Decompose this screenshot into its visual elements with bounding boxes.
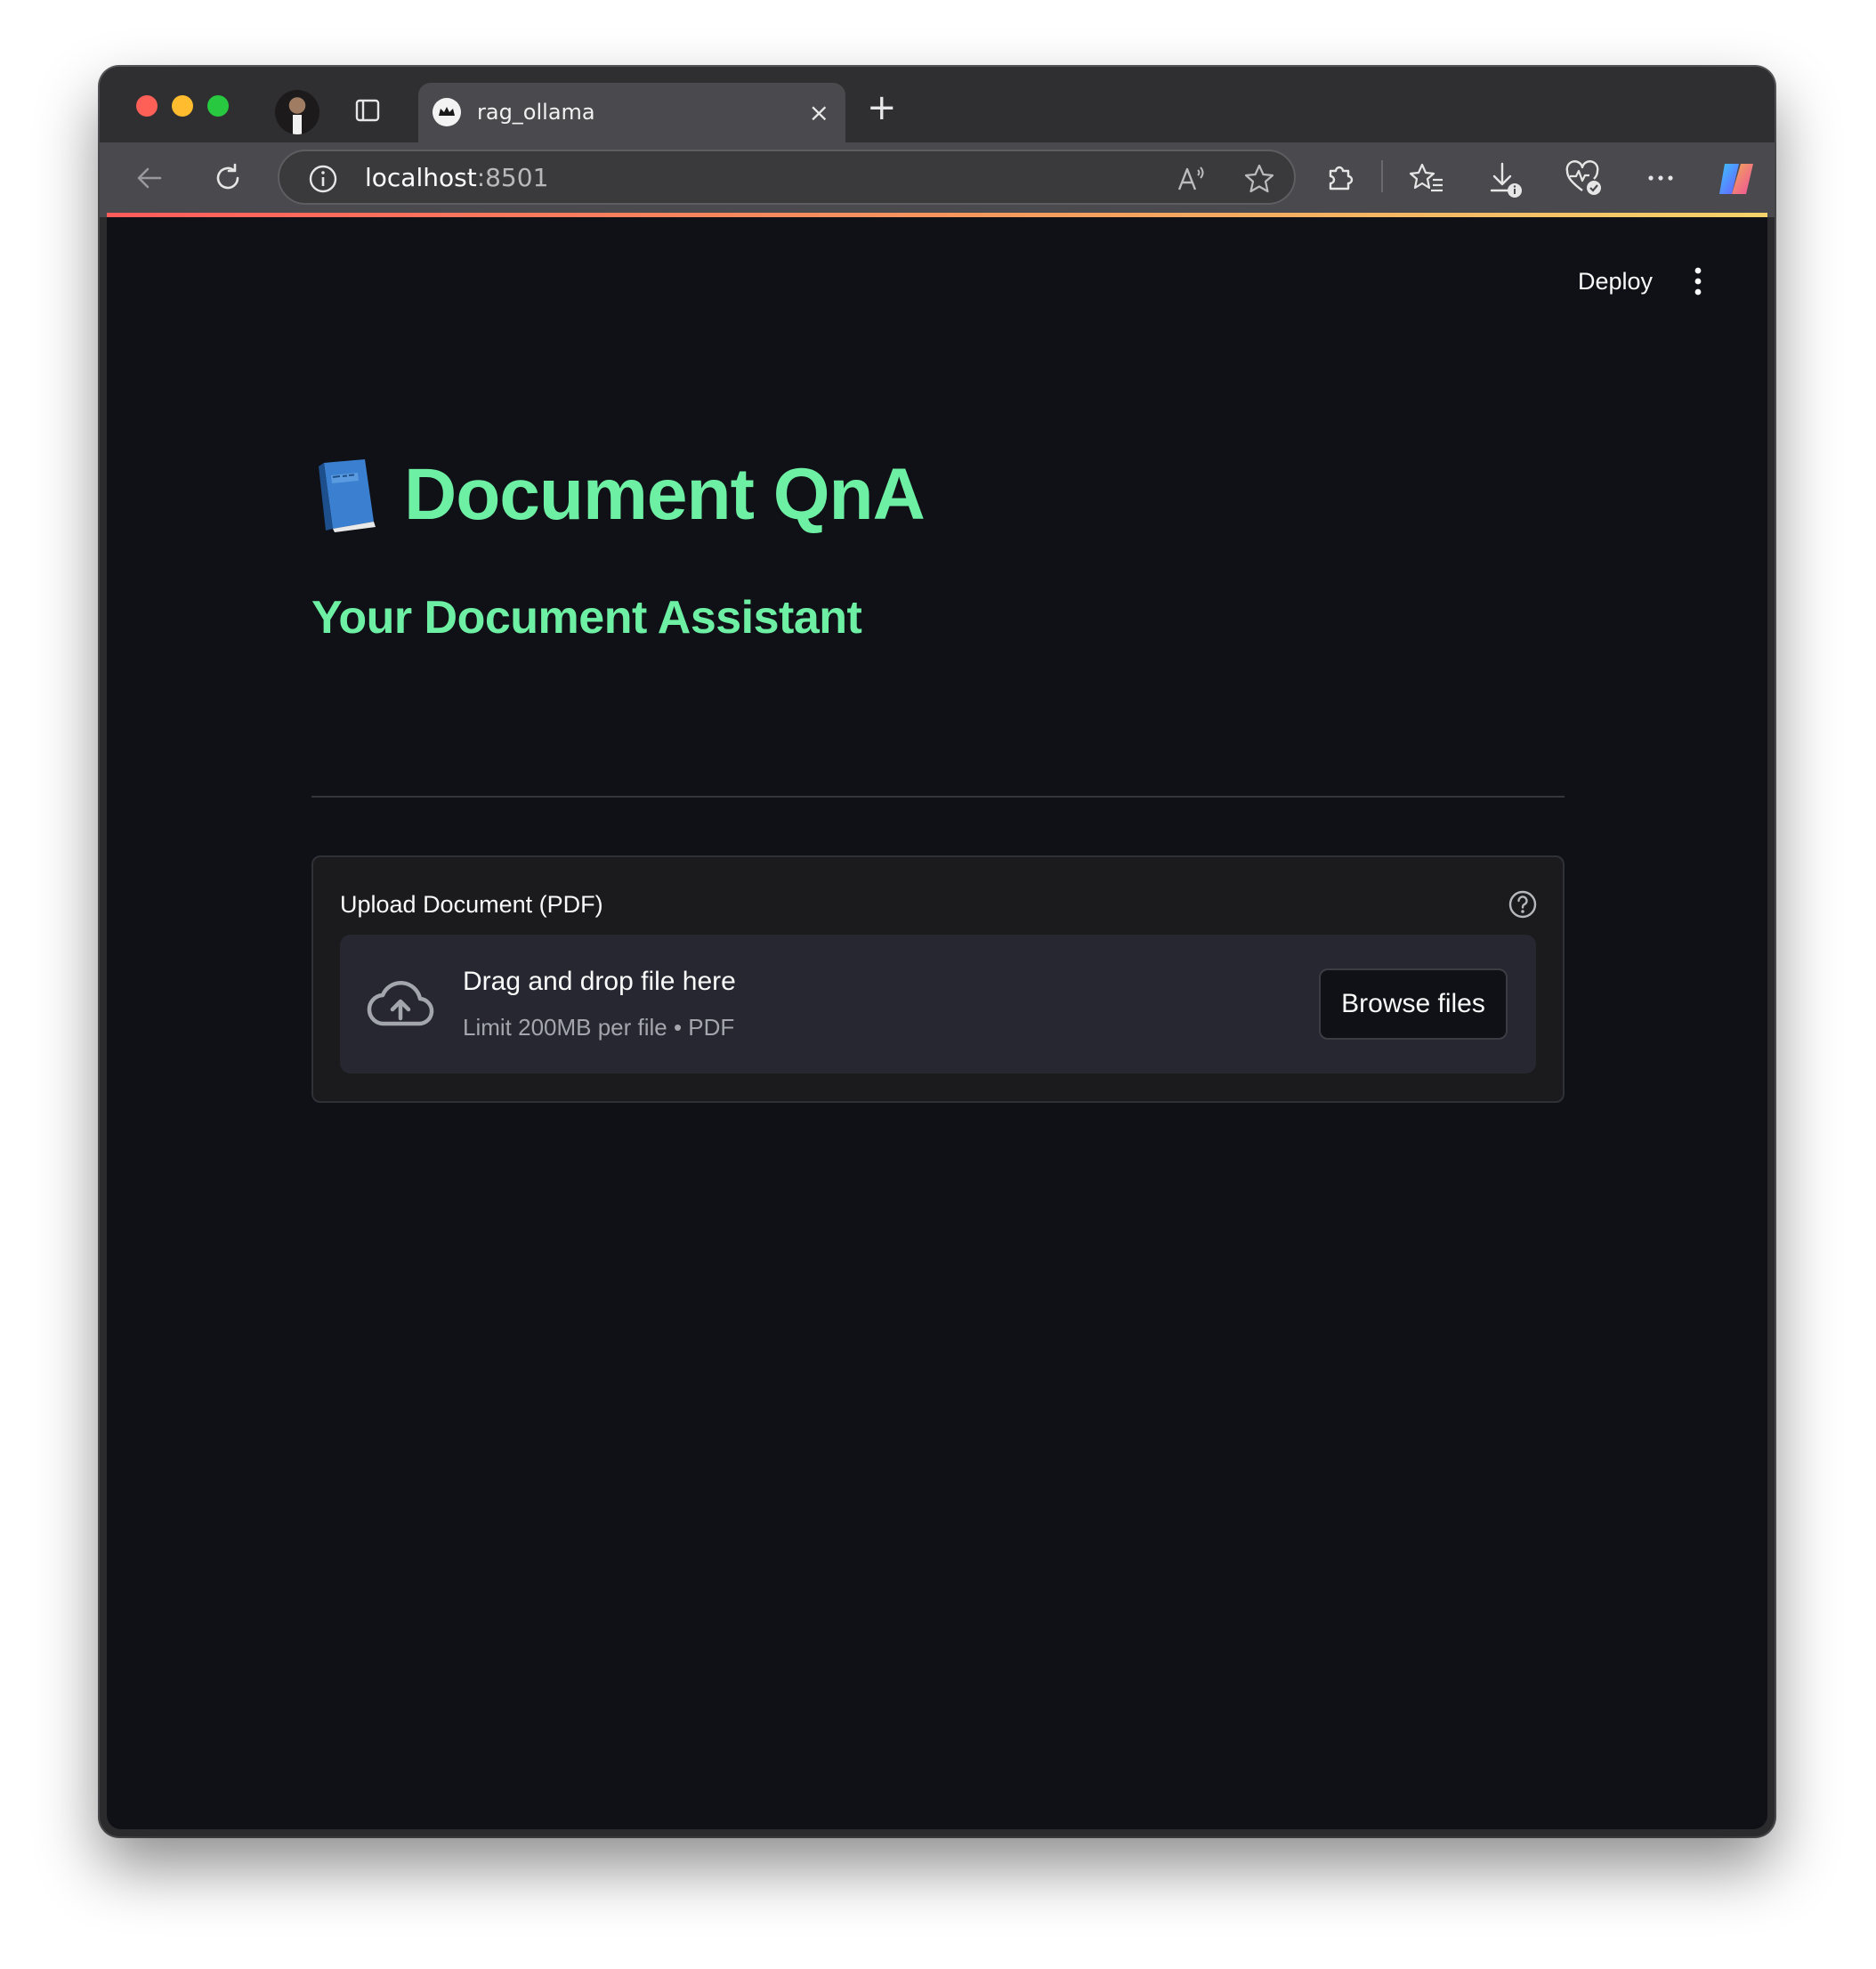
read-aloud-icon[interactable] xyxy=(1175,162,1209,196)
tab-close-button[interactable]: × xyxy=(809,101,829,126)
browser-health-icon[interactable] xyxy=(1565,160,1604,198)
page-subtitle: Your Document Assistant xyxy=(311,592,862,644)
url-port: :8501 xyxy=(476,163,549,192)
copilot-icon[interactable] xyxy=(1716,158,1757,199)
close-window-button[interactable] xyxy=(136,95,158,117)
browser-window: rag_ollama × + localhost:8501 Deploy Doc… xyxy=(100,67,1775,1836)
dropzone-limit-text: Limit 200MB per file • PDF xyxy=(463,1014,735,1041)
more-icon[interactable] xyxy=(1643,160,1678,196)
tab-rag-ollama[interactable]: rag_ollama × xyxy=(418,83,845,142)
url-host: localhost xyxy=(365,163,477,192)
page-title: Document QnA xyxy=(404,454,926,535)
uploader-label: Upload Document (PDF) xyxy=(340,891,603,918)
new-tab-button[interactable]: + xyxy=(867,90,897,126)
back-icon[interactable] xyxy=(132,160,167,196)
browser-toolbar: localhost:8501 xyxy=(100,142,1775,217)
app-content: Deploy Document QnA Your Document Assist… xyxy=(107,217,1767,1829)
book-icon xyxy=(319,459,376,532)
dropzone-title: Drag and drop file here xyxy=(463,967,736,996)
browse-files-button[interactable]: Browse files xyxy=(1319,968,1508,1040)
section-divider xyxy=(311,796,1565,798)
cloud-upload-icon xyxy=(367,980,434,1026)
extensions-icon[interactable] xyxy=(1322,160,1358,196)
help-icon[interactable] xyxy=(1508,889,1538,920)
kebab-menu-icon[interactable] xyxy=(1691,263,1705,299)
file-dropzone[interactable]: Drag and drop file here Limit 200MB per … xyxy=(340,935,1536,1074)
downloads-icon[interactable] xyxy=(1486,160,1524,199)
streamlit-favicon-icon xyxy=(433,98,461,126)
tabs-icon[interactable] xyxy=(354,97,381,124)
tab-strip: rag_ollama × + xyxy=(100,67,1775,142)
deploy-button[interactable]: Deploy xyxy=(1578,266,1653,296)
url-text: localhost:8501 xyxy=(365,163,548,193)
address-bar[interactable]: localhost:8501 xyxy=(278,150,1296,205)
minimize-window-button[interactable] xyxy=(172,95,193,117)
page-title-row: Document QnA xyxy=(315,450,926,539)
profile-avatar[interactable] xyxy=(275,90,319,134)
info-icon[interactable] xyxy=(308,164,338,194)
file-uploader: Upload Document (PDF) Drag and drop file… xyxy=(311,855,1565,1103)
reload-icon[interactable] xyxy=(210,160,246,196)
tab-title: rag_ollama xyxy=(477,100,595,125)
favorite-star-icon[interactable] xyxy=(1242,162,1276,196)
toolbar-separator xyxy=(1381,160,1383,192)
favorites-icon[interactable] xyxy=(1408,160,1445,196)
maximize-window-button[interactable] xyxy=(207,95,229,117)
